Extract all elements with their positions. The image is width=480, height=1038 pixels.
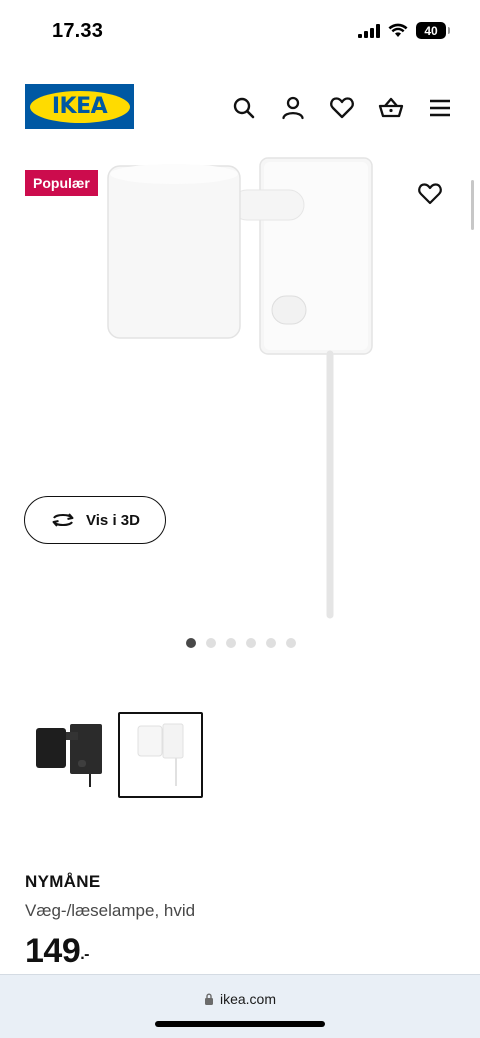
- carousel-dot[interactable]: [246, 638, 256, 648]
- url-field[interactable]: ikea.com: [0, 991, 480, 1007]
- logo-oval: IKEA: [29, 90, 130, 123]
- carousel-dot[interactable]: [266, 638, 276, 648]
- product-description: Væg-/læselampe, hvid: [25, 901, 196, 920]
- signal-icon: [358, 23, 380, 38]
- home-indicator[interactable]: [155, 1021, 325, 1027]
- status-icons: 40: [358, 22, 450, 39]
- carousel-dot[interactable]: [226, 638, 236, 648]
- thumbnail-black-lamp[interactable]: [25, 712, 110, 798]
- carousel-dot[interactable]: [286, 638, 296, 648]
- search-icon[interactable]: [230, 94, 258, 122]
- thumbnail-white-lamp[interactable]: [118, 712, 203, 798]
- carousel-dots: [186, 638, 296, 648]
- battery-icon: 40: [416, 22, 450, 39]
- user-icon[interactable]: [279, 94, 307, 122]
- black-lamp-image: [35, 724, 102, 787]
- view-3d-label: Vis i 3D: [86, 511, 140, 529]
- favorite-heart-icon[interactable]: [416, 180, 444, 208]
- status-bar: 17.33 40: [0, 0, 480, 62]
- product-image[interactable]: [100, 150, 380, 620]
- carousel-dot[interactable]: [206, 638, 216, 648]
- ikea-logo[interactable]: IKEA: [25, 84, 134, 129]
- heart-icon[interactable]: [328, 94, 356, 122]
- white-lamp-image: [137, 723, 183, 786]
- logo-text: IKEA: [51, 94, 108, 119]
- rotate-3d-icon: [52, 513, 74, 527]
- wifi-icon: [388, 23, 408, 37]
- scroll-indicator[interactable]: [471, 180, 474, 230]
- variant-thumbnails: [25, 712, 203, 798]
- site-header: IKEA: [0, 80, 480, 136]
- price-suffix: .-: [80, 946, 90, 963]
- popular-badge: Populær: [25, 170, 98, 196]
- product-price: 149.-: [25, 932, 90, 971]
- lock-icon: [204, 993, 213, 1005]
- header-actions: [230, 94, 454, 122]
- view-3d-button[interactable]: Vis i 3D: [24, 496, 166, 544]
- basket-icon[interactable]: [377, 94, 405, 122]
- menu-icon[interactable]: [426, 94, 454, 122]
- product-name[interactable]: NYMÅNE: [25, 872, 100, 892]
- carousel-dot[interactable]: [186, 638, 196, 648]
- status-time: 17.33: [52, 20, 104, 42]
- price-value: 149: [25, 932, 81, 970]
- url-text: ikea.com: [219, 991, 277, 1007]
- browser-address-bar: ikea.com: [0, 974, 480, 1038]
